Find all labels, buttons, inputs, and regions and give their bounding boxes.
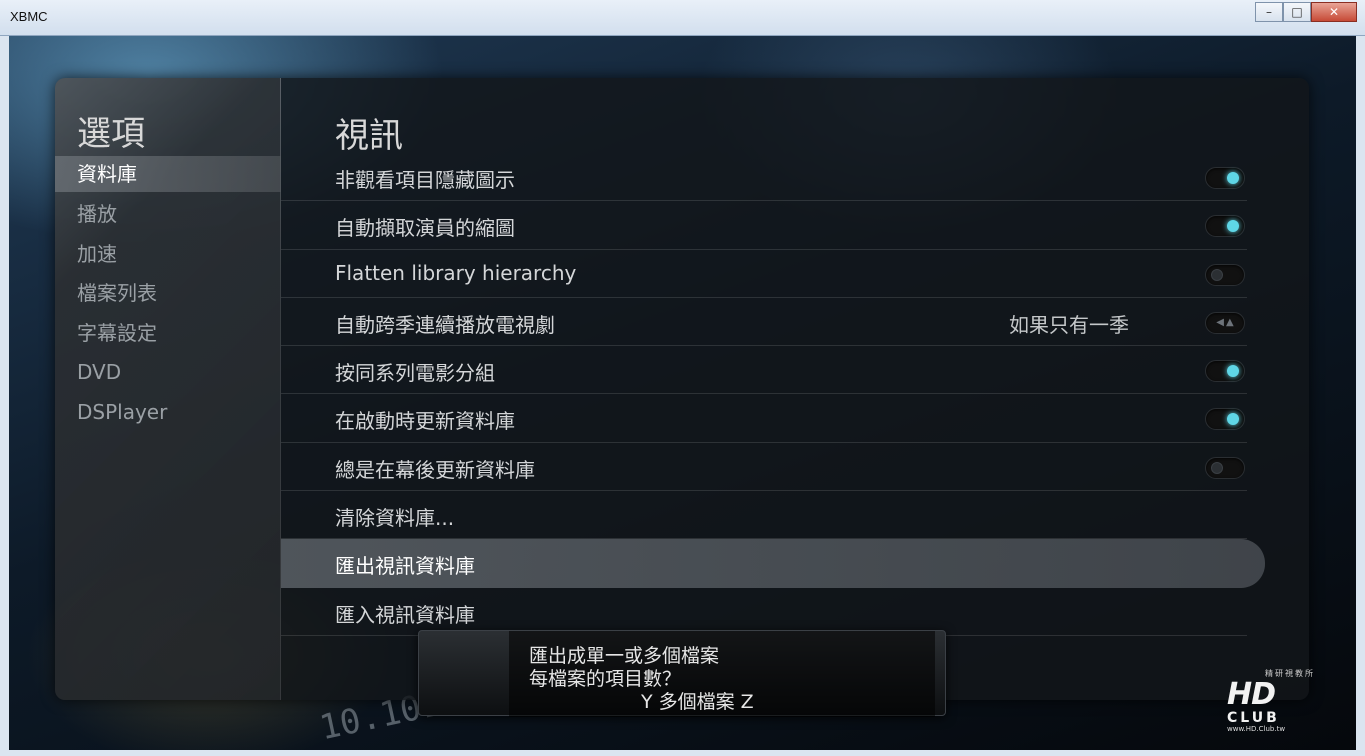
arrow-left-icon[interactable]: ◀ (1216, 317, 1224, 328)
settings-list: 非觀看項目隱藏圖示 自動擷取演員的縮圖 Flatten library hier… (281, 153, 1309, 636)
window-controls: – □ ✕ (1255, 2, 1357, 22)
sidebar-list: 資料庫 播放 加速 檔案列表 字幕設定 DVD DSPlayer (55, 156, 281, 432)
window-frame-left (0, 36, 9, 756)
sidebar-item-acceleration[interactable]: 加速 (55, 235, 281, 275)
toggle-knob (1227, 365, 1239, 378)
logo-url-text: www.HD.Club.tw (1227, 725, 1286, 733)
toggle-switch[interactable] (1205, 456, 1245, 479)
maximize-button[interactable]: □ (1283, 2, 1311, 22)
setting-row-clean-library[interactable]: 清除資料庫... (281, 491, 1247, 540)
toggle-knob (1211, 268, 1223, 281)
sidebar-item-file-lists[interactable]: 檔案列表 (55, 274, 281, 314)
toggle-switch[interactable] (1205, 360, 1245, 383)
toggle-knob (1227, 172, 1239, 184)
hdclub-logo: 精研視教所 HD CLUB www.HD.Club.tw (1227, 668, 1315, 736)
setting-label: 自動擷取演員的縮圖 (335, 216, 515, 241)
setting-row-group-movie-sets[interactable]: 按同系列電影分組 (281, 346, 1247, 395)
page-title: 視訊 (335, 116, 403, 156)
sidebar-item-library[interactable]: 資料庫 (55, 156, 281, 192)
toggle-switch[interactable] (1205, 408, 1245, 431)
spinner-control[interactable]: ◀ ▲ (1205, 311, 1245, 334)
setting-row-actor-thumbs[interactable]: 自動擷取演員的縮圖 (281, 201, 1247, 250)
toggle-knob (1227, 220, 1239, 233)
sidebar-item-playback[interactable]: 播放 (55, 195, 281, 235)
window-frame-right (1356, 36, 1365, 756)
export-dialog[interactable]: 匯出成單一或多個檔案 每檔案的項目數？ Y 多個檔案 Z (418, 630, 946, 717)
logo-club-text: CLUB (1227, 710, 1280, 726)
toggle-switch[interactable] (1205, 215, 1245, 238)
setting-value: 如果只有一季 (1009, 312, 1129, 337)
window-titlebar[interactable]: XBMC – □ ✕ (0, 0, 1365, 36)
setting-label: 在啟動時更新資料庫 (335, 409, 515, 434)
settings-sidebar: 選項 資料庫 播放 加速 檔案列表 字幕設定 DVD DSPlayer (55, 78, 281, 700)
setting-row-season-flatten[interactable]: 自動跨季連續播放電視劇 如果只有一季 ◀ ▲ (281, 298, 1247, 347)
setting-label: 匯出視訊資料庫 (335, 554, 475, 579)
dialog-choice[interactable]: Y 多個檔案 Z (641, 687, 754, 714)
close-button[interactable]: ✕ (1311, 2, 1357, 22)
dialog-body: 匯出成單一或多個檔案 每檔案的項目數？ Y 多個檔案 Z (509, 631, 935, 717)
setting-label: 按同系列電影分組 (335, 361, 495, 386)
toggle-knob (1227, 413, 1239, 426)
setting-row-background-update[interactable]: 總是在幕後更新資料庫 (281, 443, 1247, 492)
sidebar-item-dvd[interactable]: DVD (55, 353, 281, 393)
sidebar-title: 選項 (77, 114, 145, 154)
window-frame-bottom (0, 750, 1365, 756)
window-title: XBMC (10, 9, 48, 24)
setting-label: 非觀看項目隱藏圖示 (335, 168, 515, 192)
setting-label: 匯入視訊資料庫 (335, 602, 475, 627)
setting-row-import-library[interactable]: 匯入視訊資料庫 (281, 588, 1247, 636)
toggle-switch[interactable] (1205, 263, 1245, 286)
setting-row-hide-unwatched-icons[interactable]: 非觀看項目隱藏圖示 (281, 153, 1247, 202)
toggle-knob (1211, 461, 1223, 474)
minimize-button[interactable]: – (1255, 2, 1283, 22)
setting-row-update-on-startup[interactable]: 在啟動時更新資料庫 (281, 394, 1247, 443)
toggle-switch[interactable] (1205, 167, 1245, 189)
sidebar-item-dsplayer[interactable]: DSPlayer (55, 393, 281, 433)
setting-label: Flatten library hierarchy (335, 260, 577, 285)
setting-row-flatten-hierarchy[interactable]: Flatten library hierarchy (281, 250, 1247, 298)
settings-panel: 選項 資料庫 播放 加速 檔案列表 字幕設定 DVD DSPlayer 視訊 非… (55, 78, 1309, 700)
setting-label: 自動跨季連續播放電視劇 (335, 312, 555, 337)
setting-label: 清除資料庫... (335, 506, 455, 531)
setting-row-export-library[interactable]: 匯出視訊資料庫 (281, 539, 1265, 588)
setting-label: 總是在幕後更新資料庫 (335, 457, 535, 482)
logo-hd-text: HD (1227, 677, 1276, 712)
sidebar-item-subtitles[interactable]: 字幕設定 (55, 314, 281, 354)
arrow-up-icon[interactable]: ▲ (1226, 317, 1234, 328)
settings-content: 視訊 非觀看項目隱藏圖示 自動擷取演員的縮圖 Flatten library h… (281, 78, 1309, 700)
